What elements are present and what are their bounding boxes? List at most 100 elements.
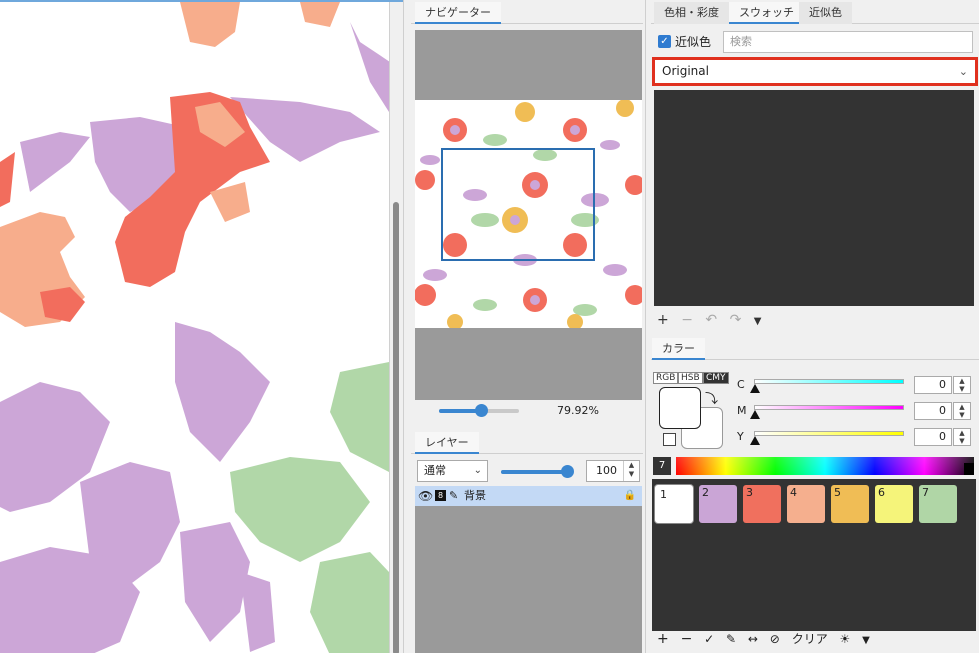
near-color-checkbox[interactable]: ✓ xyxy=(658,35,671,48)
swatch-search-input[interactable]: 検索 xyxy=(723,31,973,53)
palette-swatch-number: 2 xyxy=(702,486,709,499)
channel-c-spinner[interactable]: ▲ ▼ xyxy=(953,376,971,394)
palette-swatch-number: 4 xyxy=(790,486,797,499)
tab-hue-saturation[interactable]: 色相・彩度 xyxy=(654,2,729,24)
opacity-slider[interactable] xyxy=(501,465,574,478)
tab-near-color[interactable]: 近似色 xyxy=(799,2,852,24)
channel-c-input[interactable]: 0 xyxy=(914,376,952,394)
tab-layers[interactable]: レイヤー xyxy=(415,432,479,454)
layer-list[interactable]: 👁 8 ✎ 背景 🔒 xyxy=(415,486,642,653)
mode-rgb-button[interactable]: RGB xyxy=(653,372,679,384)
channel-y-input[interactable]: 0 xyxy=(914,428,952,446)
pencil-icon[interactable]: ✎ xyxy=(449,486,458,506)
palette-toolbar: + − ✓ ✎ ↔ ⊘ クリア ☀ ▼ xyxy=(657,630,878,648)
layer-tabbar: レイヤー xyxy=(411,430,643,454)
mode-hsb-button[interactable]: HSB xyxy=(678,372,703,384)
swatch-tabbar: 色相・彩度 スウォッチ 近似色 xyxy=(651,0,979,24)
navigator-thumbnail[interactable] xyxy=(415,100,642,328)
tab-navigator[interactable]: ナビゲーター xyxy=(415,2,501,24)
check-icon[interactable]: ✓ xyxy=(704,632,714,646)
palette-swatch-number: 3 xyxy=(746,486,753,499)
splitter-2[interactable] xyxy=(645,0,646,653)
navigator-view[interactable] xyxy=(415,30,642,400)
channel-y-label: Y xyxy=(737,430,744,443)
blend-mode-select[interactable]: 通常 ⌄ xyxy=(417,460,488,482)
transparent-color-toggle[interactable] xyxy=(663,433,676,446)
palette-swatch-4[interactable]: 4 xyxy=(787,485,825,523)
hue-spectrum-overlay xyxy=(676,457,974,475)
dropdown-icon[interactable]: ▼ xyxy=(862,635,870,646)
layer-type-icon: 8 xyxy=(435,490,446,501)
remove-icon[interactable]: − xyxy=(681,631,693,647)
channel-m-row: M 0 ▲ ▼ xyxy=(737,400,977,420)
canvas-vertical-scrollbar[interactable] xyxy=(389,2,403,653)
hue-spectrum-bar[interactable] xyxy=(676,457,974,475)
channel-c-slider[interactable] xyxy=(754,379,904,384)
opacity-slider-knob[interactable] xyxy=(561,465,574,478)
channel-y-knob[interactable] xyxy=(750,436,760,445)
sun-icon[interactable]: ☀ xyxy=(840,632,851,646)
navigator-viewport-rect[interactable] xyxy=(441,148,595,261)
swap-icon[interactable]: ↔ xyxy=(748,632,758,646)
swatch-set-select[interactable]: Original ⌄ xyxy=(652,57,978,86)
palette-swatch-3[interactable]: 3 xyxy=(743,485,781,523)
zoom-slider-knob[interactable] xyxy=(475,404,489,417)
zoom-percent-text: 79.92% xyxy=(557,404,599,417)
palette-swatch-1[interactable]: 1 xyxy=(655,485,693,523)
opacity-value: 100 xyxy=(596,464,617,477)
forbidden-icon[interactable]: ⊘ xyxy=(770,632,780,646)
palette-swatch-6[interactable]: 6 xyxy=(875,485,913,523)
channel-m-slider[interactable] xyxy=(754,405,904,410)
hue-black-marker xyxy=(964,463,974,475)
color-palette[interactable]: 1 2 3 4 5 6 7 xyxy=(652,479,976,631)
zoom-slider[interactable] xyxy=(439,404,519,417)
lock-icon[interactable]: 🔒 xyxy=(624,486,636,506)
opacity-spinner[interactable]: ▲ ▼ xyxy=(623,461,639,481)
navigator-panel: ナビゲーター 79.92% xyxy=(411,0,643,426)
layer-row[interactable]: 👁 8 ✎ 背景 🔒 xyxy=(415,486,642,506)
eye-icon[interactable]: 👁 xyxy=(418,486,433,506)
splitter[interactable] xyxy=(403,0,404,653)
channel-m-input[interactable]: 0 xyxy=(914,402,952,420)
chevron-down-icon: ⌄ xyxy=(473,465,482,476)
swap-colors-icon[interactable]: ⤵ xyxy=(705,388,718,407)
channel-m-knob[interactable] xyxy=(750,410,760,419)
tab-swatches[interactable]: スウォッチ xyxy=(729,2,804,24)
palette-swatch-2[interactable]: 2 xyxy=(699,485,737,523)
dropdown-icon[interactable]: ▼ xyxy=(754,316,762,327)
color-tabbar: カラー xyxy=(651,336,979,360)
palette-swatch-number: 6 xyxy=(878,486,885,499)
add-icon[interactable]: + xyxy=(657,631,669,647)
near-color-label: 近似色 xyxy=(675,35,712,49)
blend-mode-value: 通常 xyxy=(424,464,446,477)
undo-icon[interactable]: ↶ xyxy=(705,312,717,328)
clear-button[interactable]: クリア xyxy=(792,632,828,646)
swatch-panel: 色相・彩度 スウォッチ 近似色 ✓ 近似色 検索 Original ⌄ + − … xyxy=(651,0,979,330)
swatch-grid[interactable] xyxy=(654,90,974,306)
channel-y-slider[interactable] xyxy=(754,431,904,436)
remove-icon[interactable]: − xyxy=(681,312,693,328)
color-panel: カラー RGB HSB CMY ⤵ C 0 ▲ ▼ M 0 ▲ ▼ Y 0 ▲ ▼ 7… xyxy=(651,336,979,653)
canvas-area[interactable] xyxy=(0,0,403,653)
tab-color[interactable]: カラー xyxy=(652,338,705,360)
main-color-well[interactable] xyxy=(659,387,701,429)
palette-swatch-number: 1 xyxy=(660,488,667,501)
swatch-toolbar: + − ↶ ↷ ▼ xyxy=(657,312,769,330)
mode-cmy-button[interactable]: CMY xyxy=(703,372,729,384)
navigator-tabbar: ナビゲーター xyxy=(411,0,643,24)
redo-icon[interactable]: ↷ xyxy=(730,312,742,328)
add-icon[interactable]: + xyxy=(657,312,669,328)
layer-name: 背景 xyxy=(464,489,486,502)
hue-index: 7 xyxy=(653,457,671,475)
pencil-icon[interactable]: ✎ xyxy=(726,632,736,646)
channel-c-knob[interactable] xyxy=(750,384,760,393)
channel-m-spinner[interactable]: ▲ ▼ xyxy=(953,402,971,420)
swatch-set-value: Original xyxy=(662,64,709,78)
opacity-input[interactable]: 100 ▲ ▼ xyxy=(586,460,640,482)
palette-swatch-5[interactable]: 5 xyxy=(831,485,869,523)
palette-swatch-7[interactable]: 7 xyxy=(919,485,957,523)
channel-c-row: C 0 ▲ ▼ xyxy=(737,374,977,394)
canvas-scroll-thumb[interactable] xyxy=(393,202,399,653)
channel-y-spinner[interactable]: ▲ ▼ xyxy=(953,428,971,446)
layer-panel: レイヤー 通常 ⌄ 100 ▲ ▼ 👁 8 ✎ 背景 🔒 xyxy=(411,430,643,653)
